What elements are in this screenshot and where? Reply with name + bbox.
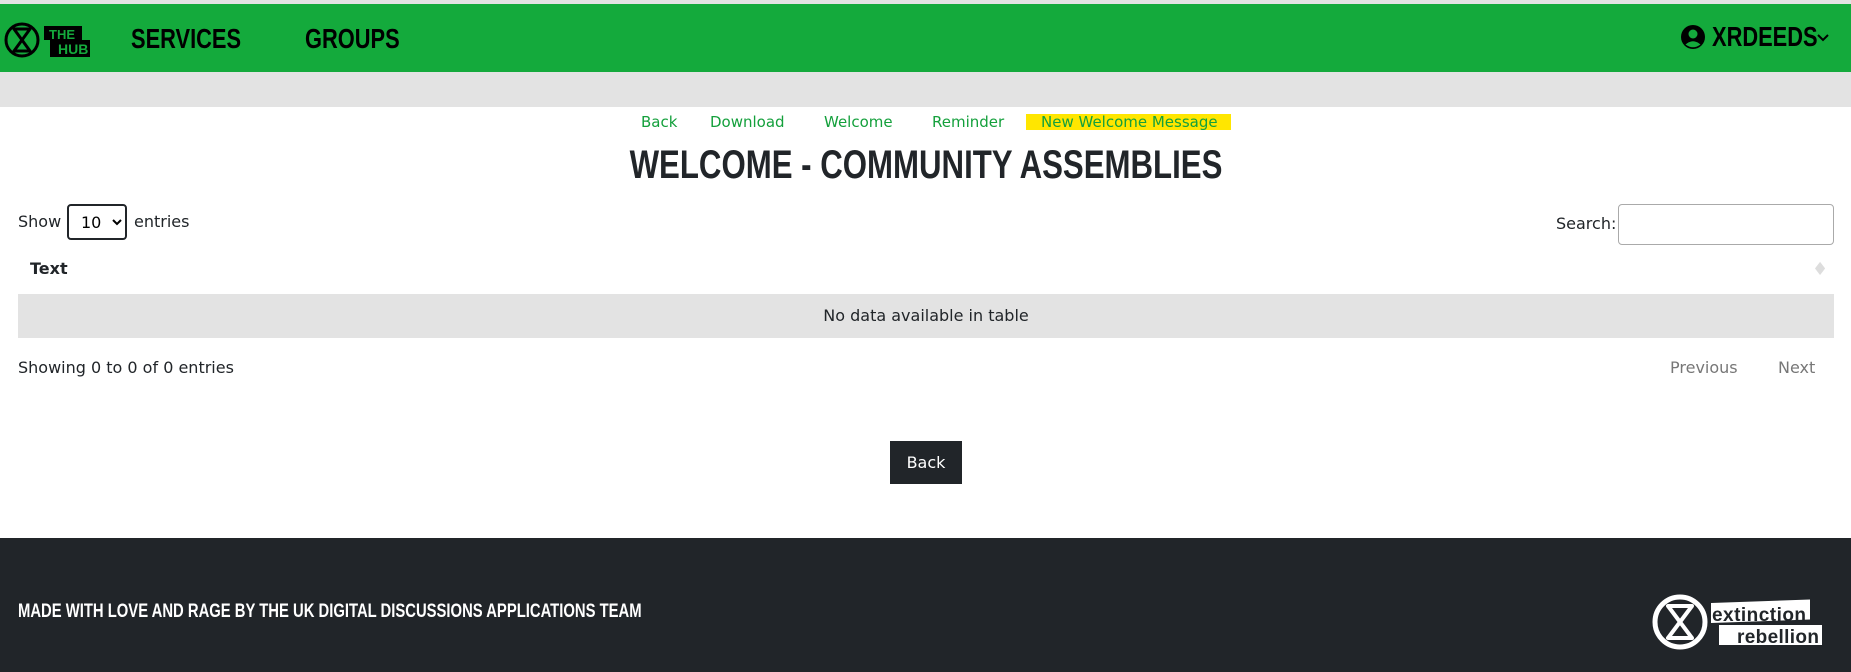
sub-bar — [0, 72, 1851, 107]
empty-row: No data available in table — [18, 294, 1834, 338]
previous-button[interactable]: Previous — [1670, 358, 1738, 377]
nav-services-label: SERVICES — [131, 23, 242, 54]
link-download[interactable]: Download — [710, 113, 785, 131]
svg-text:extinction: extinction — [1712, 605, 1806, 626]
chevron-down-icon — [1817, 34, 1829, 42]
page-title-text: WELCOME - COMMUNITY ASSEMBLIES — [629, 143, 1222, 187]
svg-text:THE: THE — [49, 27, 75, 42]
show-label: Show — [18, 212, 62, 231]
table-info: Showing 0 to 0 of 0 entries — [18, 358, 234, 377]
link-back[interactable]: Back — [641, 113, 677, 131]
search-input[interactable] — [1618, 204, 1834, 245]
page-title: WELCOME - COMMUNITY ASSEMBLIES — [0, 142, 1851, 188]
user-menu[interactable]: XRDEEDS — [1680, 21, 1830, 53]
extinction-rebellion-logo: extinction rebellion — [1652, 593, 1824, 655]
user-name: XRDEEDS — [1712, 21, 1818, 52]
link-welcome[interactable]: Welcome — [824, 113, 893, 131]
navbar: THE HUB SERVICES GROUPS XRDEEDS — [0, 4, 1851, 72]
link-reminder[interactable]: Reminder — [932, 113, 1004, 131]
the-hub-logo[interactable]: THE HUB — [4, 20, 96, 66]
next-button[interactable]: Next — [1778, 358, 1815, 377]
nav-services[interactable]: SERVICES — [131, 22, 272, 55]
link-new-welcome-message[interactable]: New Welcome Message — [1041, 113, 1218, 131]
svg-text:rebellion: rebellion — [1737, 627, 1819, 648]
nav-groups-label: GROUPS — [305, 23, 400, 54]
footer-text: MADE WITH LOVE AND RAGE BY THE UK DIGITA… — [18, 601, 642, 622]
back-button[interactable]: Back — [890, 441, 962, 484]
page-size-select[interactable]: 10 — [67, 204, 127, 240]
footer: MADE WITH LOVE AND RAGE BY THE UK DIGITA… — [0, 538, 1851, 672]
entries-label: entries — [134, 212, 190, 231]
nav-groups[interactable]: GROUPS — [305, 22, 426, 55]
search-label: Search: — [1556, 214, 1617, 233]
svg-text:HUB: HUB — [58, 41, 88, 57]
sort-icon[interactable]: ♦ — [1812, 259, 1828, 280]
user-circle-icon — [1681, 25, 1705, 49]
column-header-text[interactable]: Text — [30, 259, 68, 278]
